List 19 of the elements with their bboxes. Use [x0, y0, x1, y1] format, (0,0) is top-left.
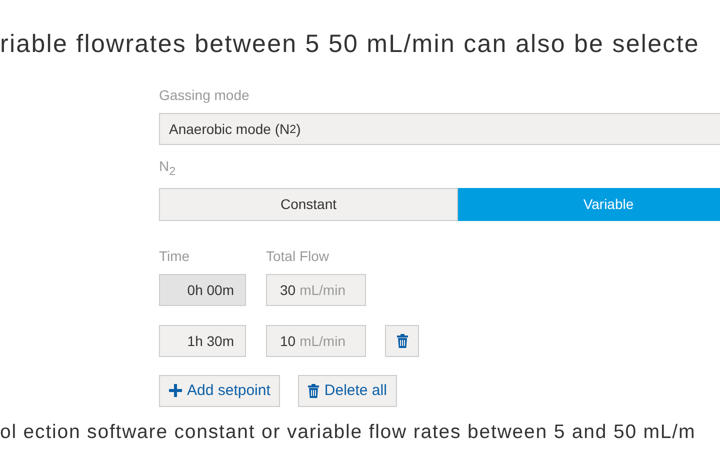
intro-text: riable flowrates between 5 50 mL/min can also be selecte [0, 30, 700, 59]
column-label: Time [159, 248, 191, 264]
delete-button[interactable] [385, 324, 419, 357]
field-label: N$_{2}$ [159, 158, 176, 178]
flow-value: 30 [280, 282, 296, 298]
trash-icon [308, 384, 320, 398]
field-label: Gassing mode [159, 87, 250, 103]
add-setpoint-button[interactable]: Add setpoint [159, 374, 280, 407]
segment-tab[interactable]: Constant [159, 188, 458, 221]
delete-all-button[interactable]: Delete all [298, 374, 397, 407]
unit-label: mL/min [300, 332, 346, 349]
unit-label: mL/min [300, 282, 346, 298]
trash-icon [396, 334, 408, 348]
plus-icon [169, 384, 182, 398]
flow-field[interactable]: 10 mL/min [266, 324, 366, 357]
body-text: ol ection software constant or variable flow rates between 5 and 50 mL/m [0, 420, 696, 444]
flow-value: 10 [280, 332, 296, 349]
column-label: Total Flow [266, 248, 330, 264]
time-field[interactable]: 1h 30m [159, 324, 246, 357]
